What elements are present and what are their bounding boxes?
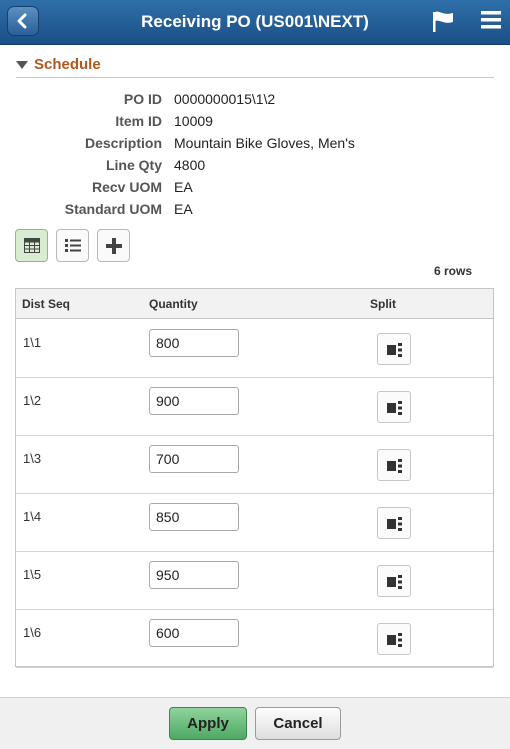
quantity-input[interactable] (149, 561, 239, 589)
table-row: 1\2 (16, 377, 493, 436)
field-label: Standard UOM (64, 201, 162, 217)
table-row: 1\1 (16, 319, 493, 378)
field-value: 4800 (174, 157, 206, 173)
list-icon (65, 239, 81, 252)
hamburger-menu-icon[interactable] (481, 10, 501, 30)
column-header-split: Split (370, 297, 396, 311)
schedule-fields: PO ID 0000000015\1\2 Item ID 10009 Descr… (0, 88, 510, 220)
field-label: Item ID (115, 113, 162, 129)
split-button[interactable] (377, 507, 411, 539)
field-value: EA (174, 201, 193, 217)
table-row: 1\4 (16, 493, 493, 552)
quantity-input[interactable] (149, 619, 239, 647)
dist-seq-cell: 1\5 (23, 567, 42, 582)
collapse-triangle-icon (16, 61, 28, 69)
row-count: 6 rows (433, 264, 472, 278)
field-label: Description (84, 135, 162, 151)
field-recv-uom: Recv UOM EA (0, 176, 510, 198)
grid-view-button[interactable] (15, 229, 48, 262)
dist-seq-cell: 1\2 (23, 393, 42, 408)
plus-icon (106, 238, 122, 254)
split-button[interactable] (377, 333, 411, 365)
field-description: Description Mountain Bike Gloves, Men's (0, 132, 510, 154)
page-title: Receiving PO (US001\NEXT) (141, 12, 369, 31)
cancel-button[interactable]: Cancel (255, 707, 341, 740)
split-icon (387, 401, 402, 415)
quantity-input[interactable] (149, 329, 239, 357)
dist-seq-cell: 1\4 (23, 509, 42, 524)
distribution-grid: Dist Seq Quantity Split 1\1 1\2 (15, 288, 494, 668)
table-row: 1\5 (16, 551, 493, 610)
back-button[interactable] (7, 6, 39, 36)
split-icon (387, 575, 402, 589)
table-row: 1\3 (16, 435, 493, 494)
grid-header: Dist Seq Quantity Split (16, 289, 493, 319)
field-line-qty: Line Qty 4800 (0, 154, 510, 176)
column-header-quantity[interactable]: Quantity (149, 297, 198, 311)
split-icon (387, 459, 402, 473)
split-button[interactable] (377, 565, 411, 597)
flag-icon[interactable] (431, 10, 455, 32)
field-item-id: Item ID 10009 (0, 110, 510, 132)
table-row: 1\6 (16, 609, 493, 668)
field-value: EA (174, 179, 193, 195)
section-title: Schedule (34, 56, 101, 73)
grid-icon (24, 238, 40, 253)
field-value: 0000000015\1\2 (174, 91, 276, 107)
split-button[interactable] (377, 449, 411, 481)
chevron-left-icon (17, 13, 27, 29)
split-button[interactable] (377, 391, 411, 423)
field-po-id: PO ID 0000000015\1\2 (0, 88, 510, 110)
app-header: Receiving PO (US001\NEXT) (0, 0, 510, 45)
field-label: Line Qty (105, 157, 162, 173)
footer-bar: Apply Cancel (0, 697, 510, 749)
field-value: Mountain Bike Gloves, Men's (174, 135, 355, 151)
split-button[interactable] (377, 623, 411, 655)
field-value: 10009 (174, 113, 213, 129)
list-view-button[interactable] (56, 229, 89, 262)
schedule-section-header[interactable]: Schedule (16, 54, 494, 78)
column-header-dist-seq[interactable]: Dist Seq (22, 297, 70, 311)
add-row-button[interactable] (97, 229, 130, 262)
apply-button[interactable]: Apply (169, 707, 247, 740)
field-label: PO ID (123, 91, 162, 107)
split-icon (387, 517, 402, 531)
quantity-input[interactable] (149, 387, 239, 415)
dist-seq-cell: 1\1 (23, 335, 42, 350)
split-icon (387, 633, 402, 647)
split-icon (387, 343, 402, 357)
dist-seq-cell: 1\3 (23, 451, 42, 466)
field-standard-uom: Standard UOM EA (0, 198, 510, 220)
quantity-input[interactable] (149, 503, 239, 531)
field-label: Recv UOM (91, 179, 162, 195)
dist-seq-cell: 1\6 (23, 625, 42, 640)
quantity-input[interactable] (149, 445, 239, 473)
